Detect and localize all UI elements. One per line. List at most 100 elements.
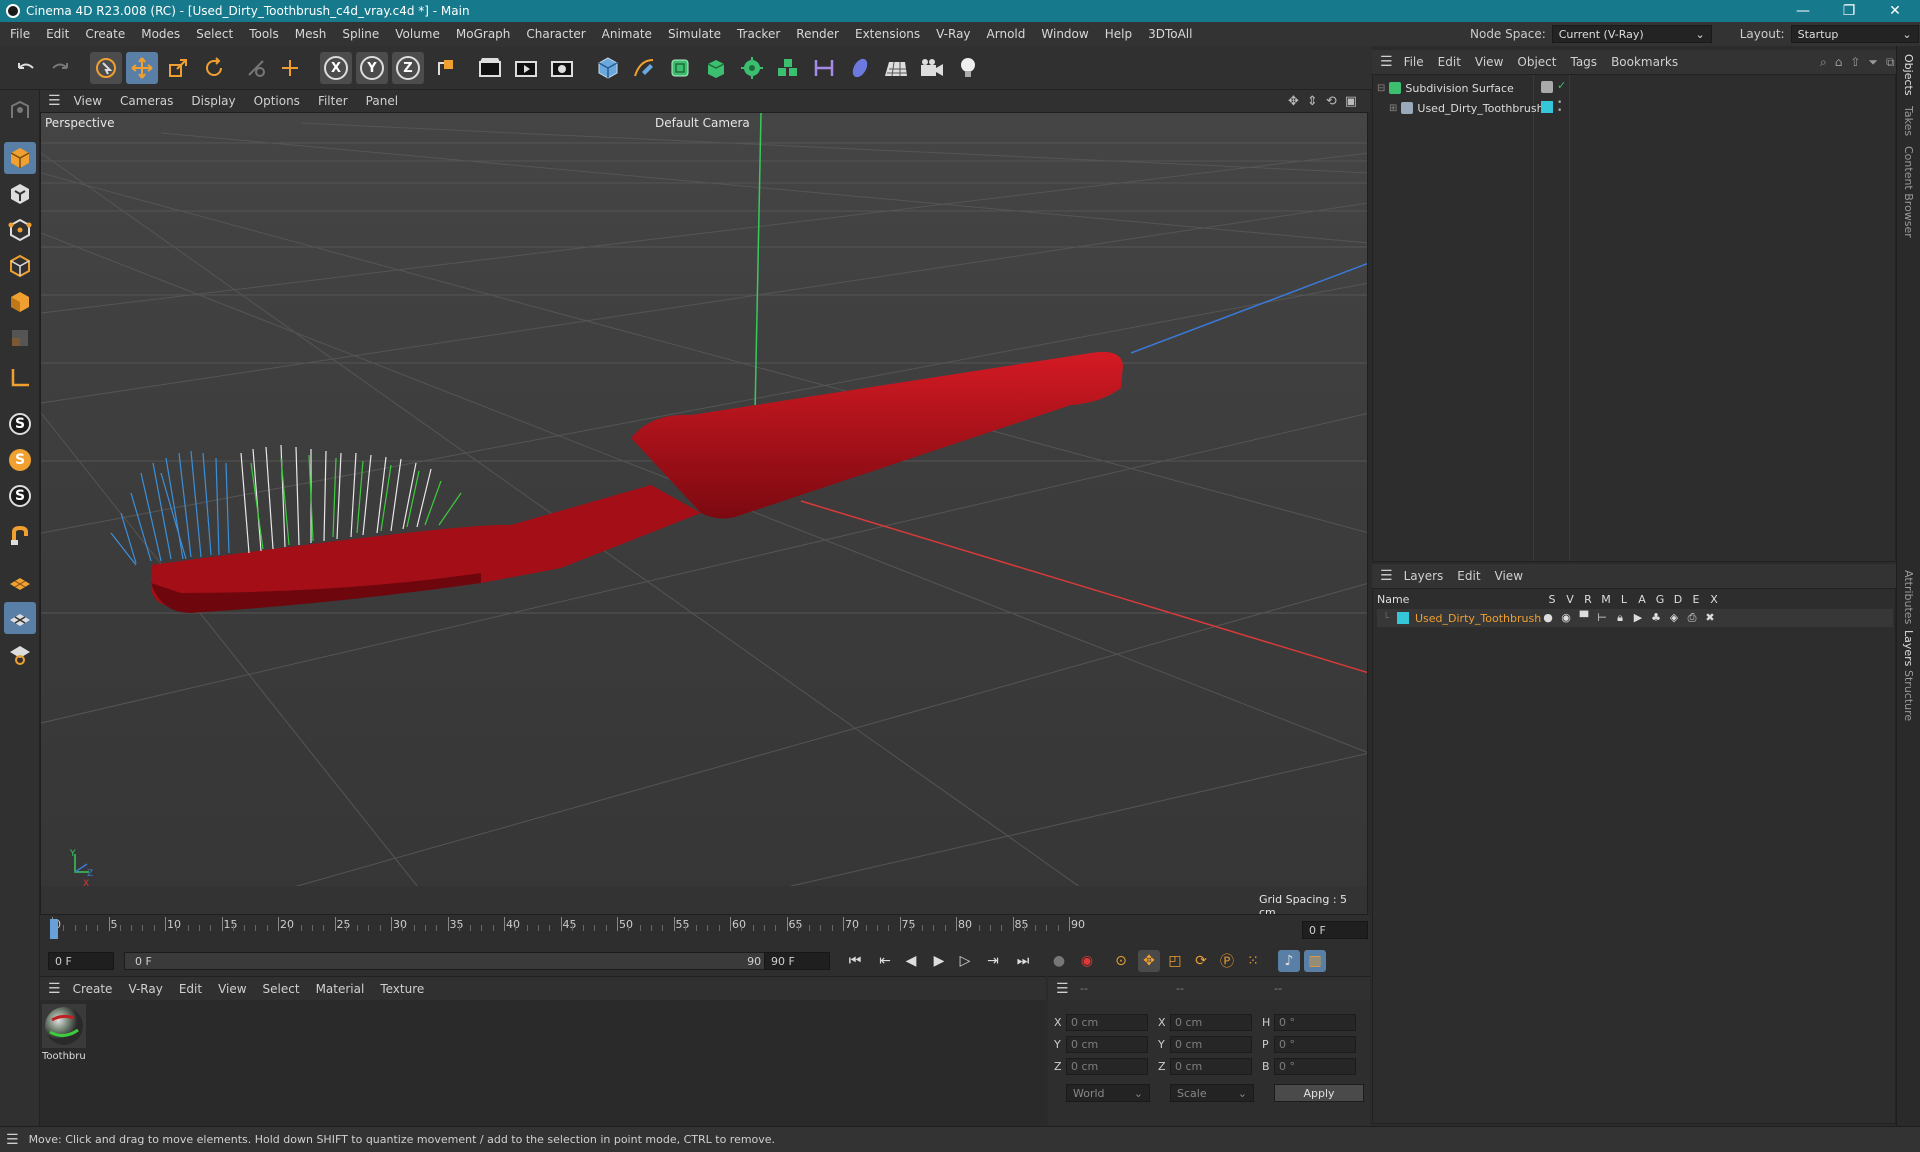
material-menu-select[interactable]: Select [255,982,308,996]
pla-key-button[interactable]: ⁙ [1242,950,1264,972]
scale-tool-button[interactable] [162,52,194,84]
extrude-generator-button[interactable] [700,52,732,84]
layer-column-r[interactable]: R [1579,593,1597,606]
layer-name[interactable]: Used_Dirty_Toothbrush [1415,612,1541,625]
menu-animate[interactable]: Animate [594,27,660,41]
material-menu-v-ray[interactable]: V-Ray [120,982,170,996]
new-window-icon[interactable]: ⧉ [1886,55,1895,70]
viewport-menu-filter[interactable]: Filter [309,94,357,108]
expressions-toggle-icon[interactable]: ⎙ [1685,611,1699,625]
parameter-key-button[interactable]: Ⓟ [1216,950,1238,972]
field-button[interactable] [844,52,876,84]
menu-volume[interactable]: Volume [387,27,448,41]
rot-h-field[interactable]: 0 ° [1274,1014,1356,1031]
material-thumbnail[interactable]: Toothbru [42,1004,86,1064]
menu-extensions[interactable]: Extensions [847,27,928,41]
layer-menu-view[interactable]: View [1488,569,1530,583]
object-menu-object[interactable]: Object [1510,55,1563,69]
pan-view-icon[interactable]: ✥ [1288,94,1299,109]
deformer-button[interactable] [808,52,840,84]
grid-snap-button[interactable] [4,602,36,634]
pos-x-field[interactable]: 0 cm [1066,1014,1148,1031]
size-y-field[interactable]: 0 cm [1170,1036,1252,1053]
material-menu-create[interactable]: Create [65,982,121,996]
generators-toggle-icon[interactable]: ♣ [1649,611,1663,625]
points-mode-button[interactable] [4,214,36,246]
object-menu-file[interactable]: File [1397,55,1431,69]
world-axis-button[interactable] [274,52,306,84]
layer-column-d[interactable]: D [1669,593,1687,606]
menu-edit[interactable]: Edit [38,27,77,41]
collapse-icon[interactable]: ⊟ [1377,83,1385,94]
pos-y-field[interactable]: 0 cm [1066,1036,1148,1053]
redo-button[interactable] [44,52,76,84]
model-mode-button[interactable] [4,142,36,174]
tab-layers[interactable]: Layers [1902,630,1915,666]
next-key-button[interactable]: ⇥ [982,950,1004,972]
layer-column-s[interactable]: S [1543,593,1561,606]
viewport-camera-label[interactable]: Default Camera [655,116,750,130]
render-to-picture-viewer-button[interactable] [510,52,542,84]
menu-v-ray[interactable]: V-Ray [928,27,978,41]
layer-column-m[interactable]: M [1597,593,1615,606]
menu-mesh[interactable]: Mesh [287,27,335,41]
lock-z-axis-button[interactable]: Z [392,52,424,84]
viewport-menu-panel[interactable]: Panel [357,94,407,108]
hamburger-menu-icon[interactable]: ☰ [1056,981,1069,997]
menu-create[interactable]: Create [77,27,133,41]
menu-3dtoall[interactable]: 3DToAll [1140,27,1200,41]
workplane-button[interactable] [4,566,36,598]
apply-button[interactable]: Apply [1274,1084,1364,1102]
animation-toggle-icon[interactable]: ▶ [1631,611,1645,625]
timeline-window-button[interactable]: ▥ [1304,950,1326,972]
soft-selection-button[interactable]: S [4,444,36,476]
rotate-view-icon[interactable]: ⟲ [1326,94,1337,109]
playhead[interactable] [50,919,58,939]
lock-icon[interactable]: 🔒︎ [1613,611,1627,625]
make-editable-button[interactable] [4,94,36,126]
light-object-button[interactable] [952,52,984,84]
uv-mode-button[interactable] [4,322,36,354]
coordinate-mode-select[interactable]: World ⌄ [1066,1084,1150,1102]
hamburger-menu-icon[interactable]: ☰ [48,93,61,109]
maximize-button[interactable]: ❐ [1826,0,1872,22]
render-toggle-icon[interactable]: ▀ [1577,611,1591,625]
layer-column-e[interactable]: E [1687,593,1705,606]
material-menu-material[interactable]: Material [308,982,373,996]
menu-file[interactable]: File [2,27,38,41]
cube-object-button[interactable] [592,52,624,84]
up-icon[interactable]: ⇧ [1850,55,1860,70]
menu-render[interactable]: Render [788,27,847,41]
pos-z-field[interactable]: 0 cm [1066,1058,1148,1075]
rotation-key-button[interactable]: ⟳ [1190,950,1212,972]
texture-mode-button[interactable] [4,178,36,210]
current-frame-field[interactable]: 0 F [1302,921,1368,939]
position-key-button[interactable]: ✥ [1138,950,1160,972]
hamburger-menu-icon[interactable]: ☰ [1380,54,1393,70]
go-to-end-button[interactable]: ⏭ [1012,950,1034,972]
layout-select[interactable]: Startup ⌄ [1790,25,1919,43]
render-view-button[interactable] [474,52,506,84]
material-menu-edit[interactable]: Edit [171,982,210,996]
filter-icon[interactable]: ⏷ [1868,55,1878,70]
xref-toggle-icon[interactable]: ✖ [1703,611,1717,625]
menu-mograph[interactable]: MoGraph [448,27,519,41]
manager-toggle-icon[interactable]: ⊢ [1595,611,1609,625]
rotate-tool-button[interactable] [198,52,230,84]
previous-key-button[interactable]: ⇤ [874,950,896,972]
mograph-cloner-button[interactable] [772,52,804,84]
deformers-toggle-icon[interactable]: ◈ [1667,611,1681,625]
menu-arnold[interactable]: Arnold [979,27,1034,41]
rot-p-field[interactable]: 0 ° [1274,1036,1356,1053]
tweak-mode-button[interactable] [4,520,36,552]
material-menu-view[interactable]: View [210,982,254,996]
enabled-check-icon[interactable]: ✓ [1557,79,1566,92]
tab-takes[interactable]: Takes [1902,106,1915,136]
rot-b-field[interactable]: 0 ° [1274,1058,1356,1075]
tab-content-browser[interactable]: Content Browser [1902,146,1915,238]
menu-tracker[interactable]: Tracker [729,27,788,41]
polygons-mode-button[interactable] [4,286,36,318]
live-selection-button[interactable] [90,52,122,84]
visible-eye-icon[interactable]: ◉ [1559,611,1573,625]
autokey-button[interactable]: ◉ [1076,950,1098,972]
